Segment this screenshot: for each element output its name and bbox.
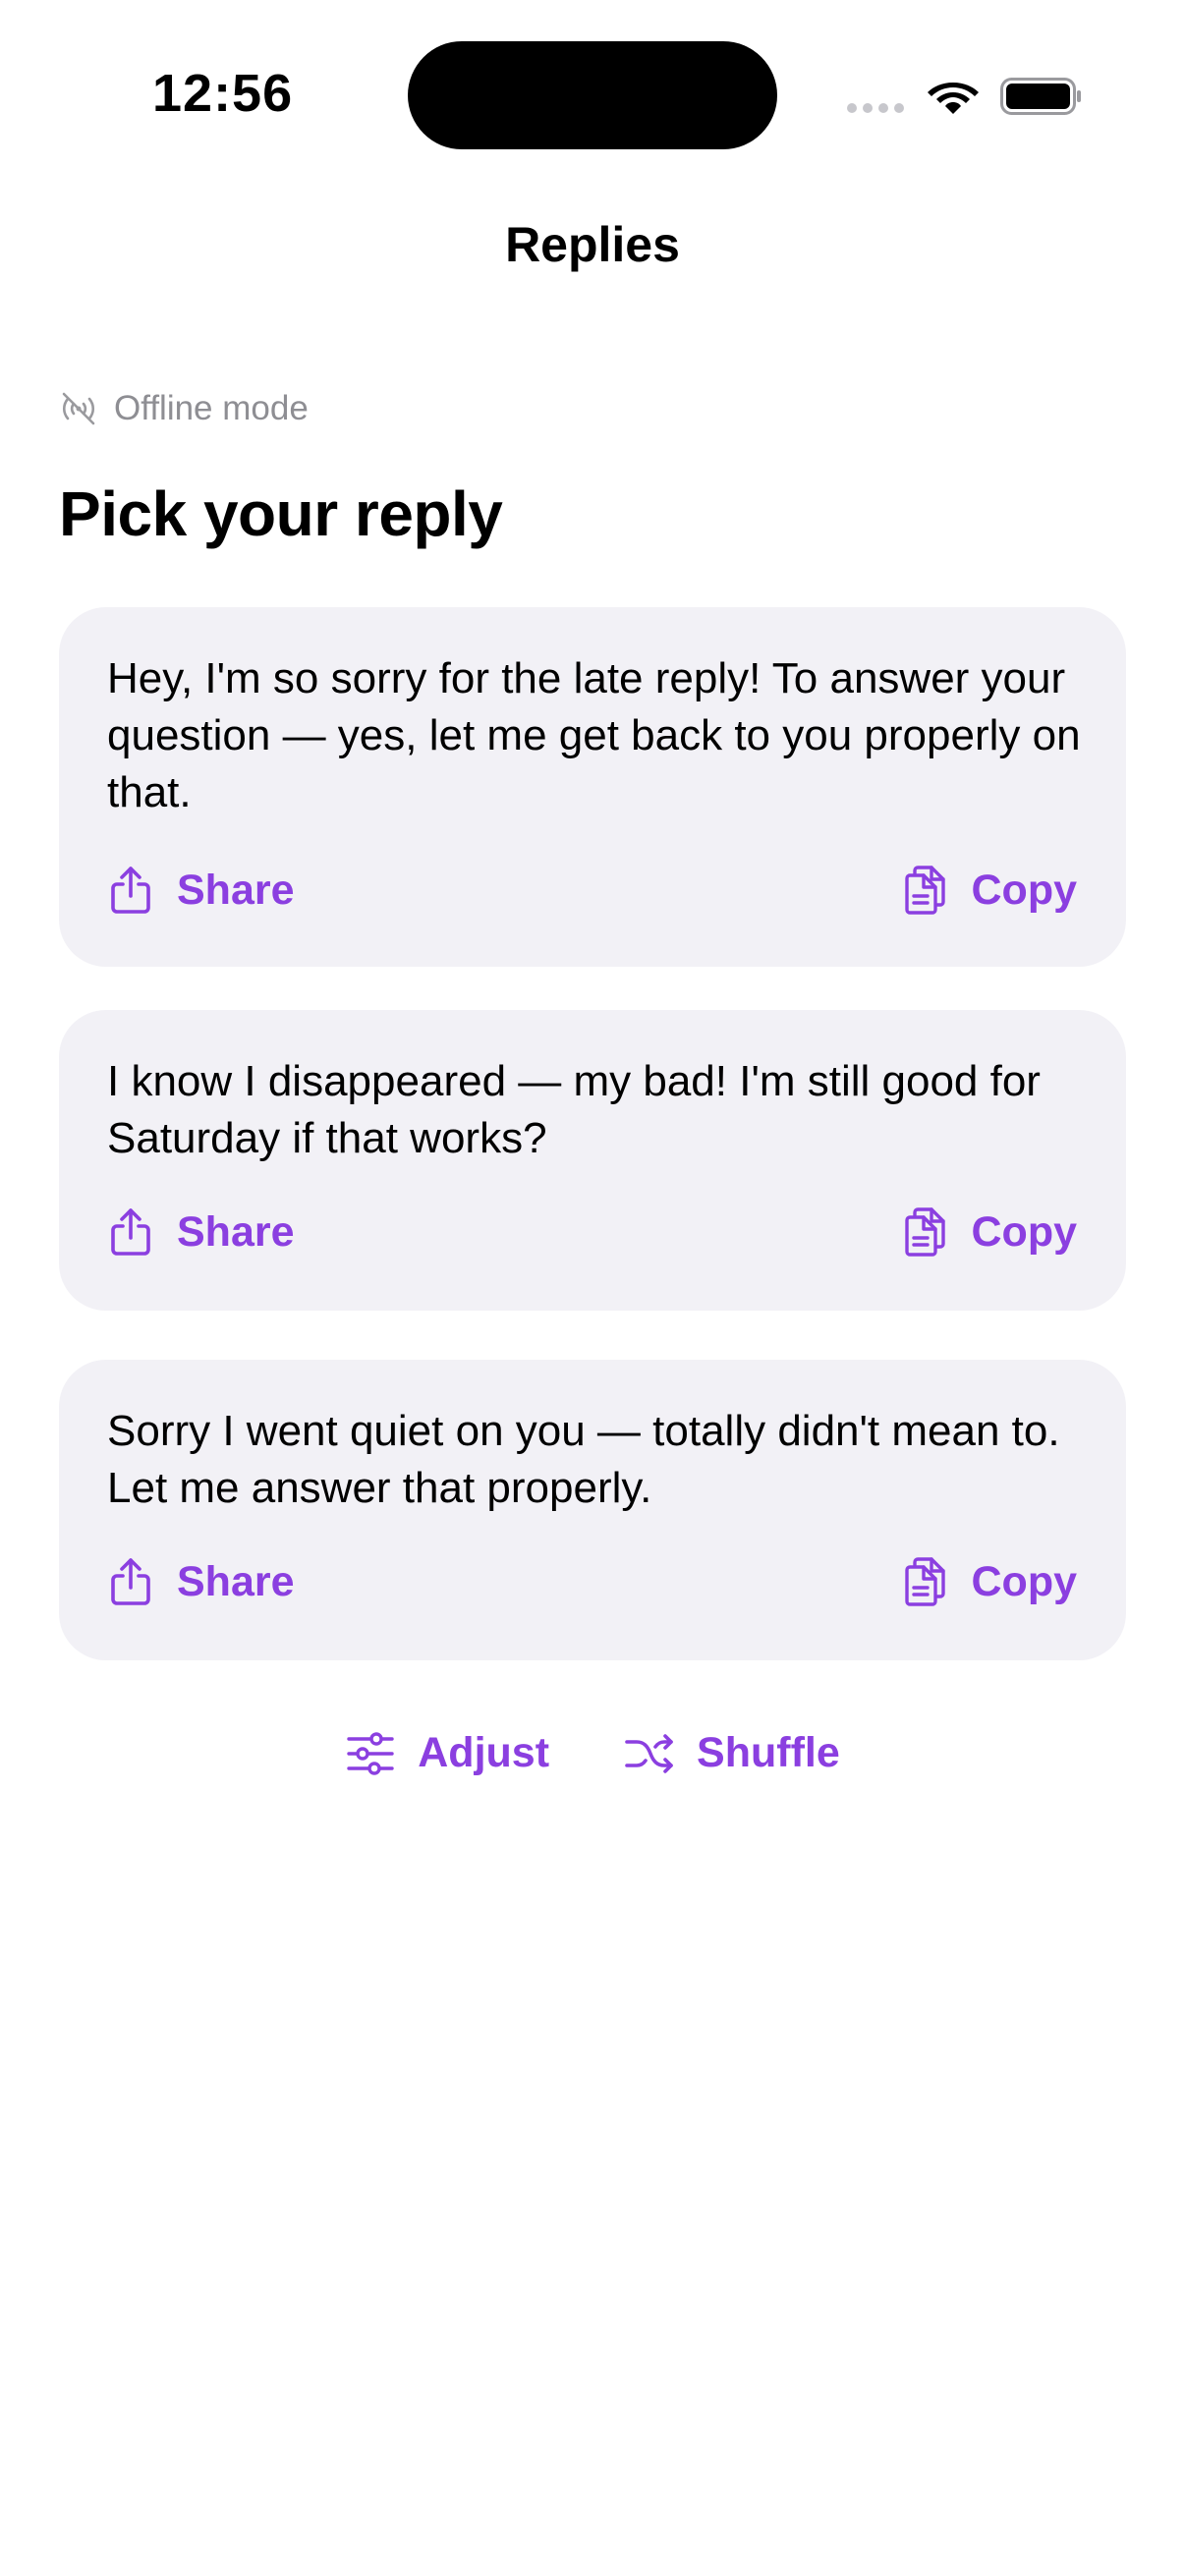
status-time: 12:56 — [152, 64, 294, 123]
share-label: Share — [177, 1207, 295, 1256]
share-label: Share — [177, 1557, 295, 1605]
card-actions: Share Copy — [106, 1206, 1077, 1258]
section-title: Pick your reply — [59, 478, 503, 549]
reply-text: I know I disappeared — my bad! I'm still… — [107, 1057, 1041, 1162]
page-title: Replies — [505, 217, 680, 272]
copy-label: Copy — [971, 1207, 1078, 1256]
copy-label: Copy — [971, 866, 1078, 914]
shuffle-label: Shuffle — [697, 1729, 840, 1776]
copy-icon — [904, 1207, 945, 1257]
card-actions: Share Copy — [106, 865, 1077, 916]
reply-text: Sorry I went quiet on you — totally didn… — [107, 1407, 1060, 1512]
reply-card[interactable]: I know I disappeared — my bad! I'm still… — [59, 1010, 1126, 1311]
copy-icon — [904, 866, 945, 915]
bottom-actions: Adjust Shuffle — [0, 1729, 1185, 1777]
share-icon — [111, 867, 150, 914]
offline-indicator: Offline mode — [59, 389, 309, 428]
adjust-button[interactable]: Adjust — [345, 1729, 549, 1777]
sliders-icon — [347, 1731, 394, 1775]
copy-button[interactable]: Copy — [901, 1206, 1078, 1258]
share-icon — [111, 1558, 150, 1605]
status-bar: 12:56 — [0, 0, 1185, 196]
offline-label: Offline mode — [114, 389, 309, 427]
antenna-slash-icon — [62, 392, 95, 425]
reply-text: Hey, I'm so sorry for the late reply! To… — [107, 654, 1081, 816]
shuffle-button[interactable]: Shuffle — [624, 1729, 840, 1777]
card-actions: Share Copy — [106, 1556, 1077, 1607]
share-button[interactable]: Share — [106, 1206, 295, 1258]
battery-icon — [1000, 78, 1081, 115]
adjust-label: Adjust — [418, 1729, 550, 1776]
share-icon — [111, 1208, 150, 1256]
copy-icon — [904, 1557, 945, 1606]
dynamic-island — [408, 41, 777, 149]
reply-card[interactable]: Hey, I'm so sorry for the late reply! To… — [59, 607, 1126, 967]
share-button[interactable]: Share — [106, 865, 295, 916]
share-button[interactable]: Share — [106, 1556, 295, 1607]
copy-button[interactable]: Copy — [901, 865, 1078, 916]
wifi-icon — [928, 83, 979, 114]
cellular-signal-icon — [847, 103, 904, 113]
reply-card[interactable]: Sorry I went quiet on you — totally didn… — [59, 1360, 1126, 1660]
copy-button[interactable]: Copy — [901, 1556, 1078, 1607]
copy-label: Copy — [971, 1557, 1078, 1605]
share-label: Share — [177, 866, 295, 914]
shuffle-icon — [625, 1733, 673, 1773]
